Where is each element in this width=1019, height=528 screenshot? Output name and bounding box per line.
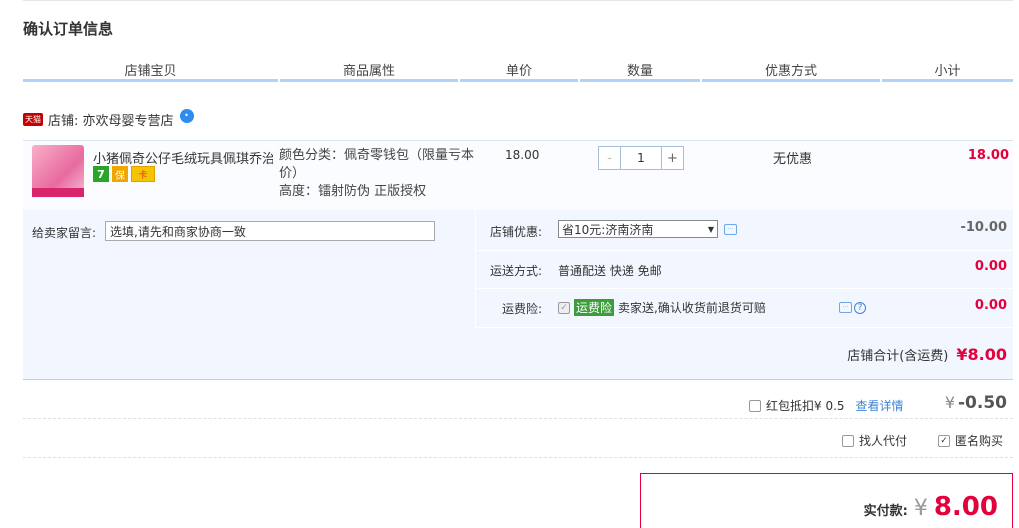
shop-discount-label: 店铺优惠: — [489, 225, 542, 239]
discount-method: 无优惠 — [773, 152, 813, 167]
red-packet-row: 红包抵扣¥ 0.5 查看详情 — [749, 397, 904, 414]
final-payment-box: 实付款: ¥ 8.00 — [640, 473, 1013, 528]
row-divider — [475, 327, 1013, 328]
message-icon[interactable]: ··· — [724, 224, 737, 235]
row-divider — [475, 288, 1013, 289]
quantity-increase-button[interactable]: + — [661, 147, 683, 169]
insurance-desc: 卖家送,确认收货前退货可赔 — [618, 301, 766, 315]
product-attr-color: 颜色分类：佩奇零钱包（限量亏本 — [279, 148, 475, 163]
product-attr-color-cont: 价） — [279, 166, 306, 181]
insurance-help: ··· ? — [839, 302, 866, 314]
shop-discount-amount: -10.00 — [960, 220, 1007, 235]
red-packet-amount: ¥ -0.50 — [945, 393, 1007, 413]
quantity-input[interactable] — [621, 147, 661, 169]
column-header-item: 店铺宝贝 — [23, 60, 278, 82]
proxy-pay-checkbox[interactable] — [842, 434, 854, 447]
seller-memo-input[interactable] — [105, 221, 435, 241]
item-subtotal: 18.00 — [967, 148, 1009, 163]
row-divider — [475, 250, 1013, 251]
chevron-down-icon: ▼ — [707, 224, 714, 234]
anonymous-checkbox[interactable]: ✓ — [938, 434, 950, 447]
anonymous-option: ✓ 匿名购买 — [938, 432, 1003, 449]
shop-total-label: 店铺合计(含运费) — [847, 349, 949, 364]
shop-total-value: ¥8.00 — [956, 345, 1007, 364]
question-help-icon[interactable]: ? — [854, 302, 866, 314]
red-packet-checkbox[interactable] — [749, 399, 761, 412]
proxy-pay-label: 找人代付 — [859, 434, 908, 448]
product-attr-height: 高度：镭射防伪 正版授权 — [279, 184, 427, 199]
divider — [23, 418, 1013, 419]
top-divider — [23, 0, 1013, 1]
shop-name-link[interactable]: 店铺: 亦欢母婴专营店 — [48, 110, 174, 129]
seller-memo-label: 给卖家留言: — [32, 226, 97, 240]
message-icon[interactable]: ··· — [839, 302, 852, 313]
final-payment-label: 实付款: — [863, 504, 908, 519]
red-packet-value: -0.50 — [958, 393, 1007, 413]
shop-discount-selected: 省10元:济南济南 — [562, 222, 654, 237]
final-payment-yen: ¥ — [913, 496, 928, 521]
product-name-link[interactable]: 小猪佩奇公仔毛绒玩具佩琪乔治... — [93, 148, 273, 167]
shop-row: 天猫 店铺: 亦欢母婴专营店 • — [23, 108, 194, 129]
quantity-decrease-button[interactable]: - — [599, 147, 621, 169]
insurance-label: 运费险: — [501, 302, 542, 316]
column-header-unit-price: 单价 — [460, 60, 578, 82]
insurance-checkbox[interactable]: ✓ — [558, 301, 570, 314]
column-header-attributes: 商品属性 — [280, 60, 458, 82]
shipping-amount: 0.00 — [974, 259, 1007, 274]
proxy-pay-option: 找人代付 — [842, 432, 907, 449]
unit-price: 18.00 — [505, 148, 540, 162]
credit-card-icon[interactable]: 卡 — [131, 166, 155, 182]
column-header-subtotal: 小计 — [882, 60, 1013, 82]
tmall-badge-icon: 天猫 — [23, 113, 43, 126]
shop-total: 店铺合计(含运费) ¥8.00 — [847, 345, 1007, 364]
insurance-badge: 运费险 — [574, 299, 615, 316]
insurance-row: ✓ 运费险 卖家送,确认收货前退货可赔 — [558, 299, 766, 316]
quantity-stepper: - + — [598, 146, 684, 170]
seven-day-return-icon[interactable]: 7 — [93, 166, 109, 182]
service-badges: 7 保 卡 — [93, 166, 155, 182]
guarantee-shield-icon[interactable]: 保 — [112, 166, 128, 182]
column-header-quantity: 数量 — [580, 60, 700, 82]
red-packet-yen: ¥ — [944, 393, 955, 412]
column-header-discount: 优惠方式 — [702, 60, 880, 82]
red-packet-details-link[interactable]: 查看详情 — [856, 397, 904, 414]
shop-discount-select[interactable]: 省10元:济南济南 ▼ — [558, 220, 718, 238]
final-payment-amount: 8.00 — [933, 492, 998, 522]
red-packet-label: 红包抵扣¥ 0.5 — [766, 399, 845, 413]
insurance-amount: 0.00 — [974, 298, 1007, 313]
product-thumbnail[interactable] — [32, 145, 84, 197]
shipping-method: 普通配送 快递 免邮 — [558, 264, 662, 278]
anonymous-label: 匿名购买 — [955, 434, 1004, 448]
divider — [23, 457, 1013, 458]
wangwang-chat-icon[interactable]: • — [179, 108, 194, 123]
shipping-label: 运送方式: — [489, 264, 542, 278]
page-title: 确认订单信息 — [23, 20, 114, 38]
